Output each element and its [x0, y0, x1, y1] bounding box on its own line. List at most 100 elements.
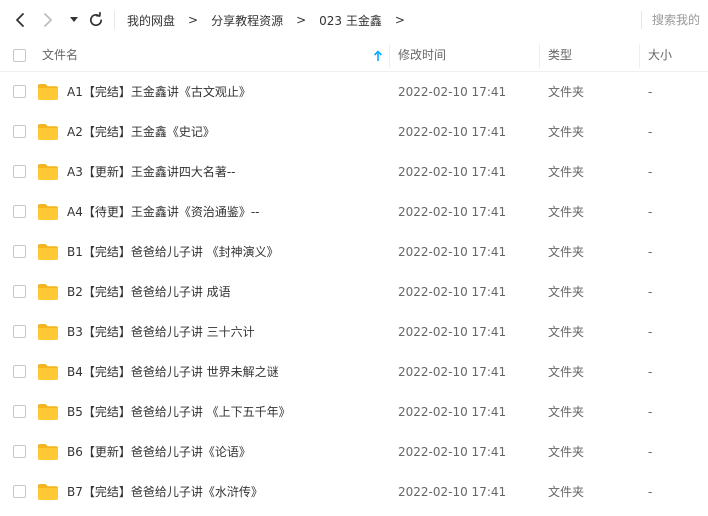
- nav-divider: [114, 11, 115, 29]
- row-checkbox[interactable]: [13, 485, 26, 498]
- folder-icon: [38, 164, 58, 180]
- file-name[interactable]: A3【更新】王金鑫讲四大名著--: [67, 152, 236, 192]
- header-size[interactable]: 大小: [648, 40, 672, 71]
- breadcrumb: 我的网盘 > 分享教程资源 > 023 王金鑫 >: [127, 0, 418, 40]
- file-size: -: [648, 365, 653, 379]
- folder-icon: [38, 244, 58, 260]
- search-input[interactable]: [652, 10, 708, 30]
- table-row[interactable]: B5【完结】爸爸给儿子讲 《上下五千年》 2022-02-10 17:41 文件夹 -: [0, 392, 708, 432]
- row-checkbox[interactable]: [13, 245, 26, 258]
- table-row[interactable]: B4【完结】爸爸给儿子讲 世界未解之谜 2022-02-10 17:41 文件夹 -: [0, 352, 708, 392]
- file-type: 文件夹: [548, 85, 585, 99]
- breadcrumb-item-current[interactable]: 023 王金鑫: [319, 12, 382, 29]
- breadcrumb-item-share[interactable]: 分享教程资源: [211, 12, 283, 29]
- file-name[interactable]: B2【完结】爸爸给儿子讲 成语: [67, 272, 231, 312]
- file-name[interactable]: A1【完结】王金鑫讲《古文观止》: [67, 72, 251, 112]
- file-size: -: [648, 325, 653, 339]
- caret-down-icon: [70, 17, 78, 22]
- file-modified-time: 2022-02-10 17:41: [398, 365, 507, 379]
- file-modified-time: 2022-02-10 17:41: [398, 405, 507, 419]
- history-dropdown-button[interactable]: [66, 8, 82, 32]
- top-navigation-bar: 我的网盘 > 分享教程资源 > 023 王金鑫 >: [0, 0, 708, 40]
- table-row[interactable]: A4【待更】王金鑫讲《资治通鉴》-- 2022-02-10 17:41 文件夹 -: [0, 192, 708, 232]
- row-checkbox[interactable]: [13, 365, 26, 378]
- file-type: 文件夹: [548, 245, 585, 259]
- select-all-checkbox[interactable]: [13, 49, 26, 62]
- table-row[interactable]: B2【完结】爸爸给儿子讲 成语 2022-02-10 17:41 文件夹 -: [0, 272, 708, 312]
- file-size: -: [648, 285, 653, 299]
- folder-icon: [38, 484, 58, 500]
- sort-up-arrow-icon[interactable]: [373, 50, 383, 62]
- header-divider: [389, 44, 390, 68]
- file-modified-time: 2022-02-10 17:41: [398, 205, 507, 219]
- file-modified-time: 2022-02-10 17:41: [398, 165, 507, 179]
- file-type: 文件夹: [548, 405, 585, 419]
- file-name[interactable]: B1【完结】爸爸给儿子讲 《封神演义》: [67, 232, 279, 272]
- row-checkbox[interactable]: [13, 405, 26, 418]
- file-size: -: [648, 245, 653, 259]
- file-name[interactable]: B4【完结】爸爸给儿子讲 世界未解之谜: [67, 352, 279, 392]
- folder-icon: [38, 404, 58, 420]
- file-size: -: [648, 485, 653, 499]
- file-modified-time: 2022-02-10 17:41: [398, 125, 507, 139]
- file-modified-time: 2022-02-10 17:41: [398, 445, 507, 459]
- row-checkbox[interactable]: [13, 325, 26, 338]
- file-modified-time: 2022-02-10 17:41: [398, 85, 507, 99]
- refresh-icon: [89, 12, 103, 27]
- file-type: 文件夹: [548, 205, 585, 219]
- back-button[interactable]: [8, 8, 32, 32]
- folder-icon: [38, 444, 58, 460]
- file-type: 文件夹: [548, 285, 585, 299]
- table-row[interactable]: B3【完结】爸爸给儿子讲 三十六计 2022-02-10 17:41 文件夹 -: [0, 312, 708, 352]
- file-modified-time: 2022-02-10 17:41: [398, 325, 507, 339]
- row-checkbox[interactable]: [13, 445, 26, 458]
- header-modified[interactable]: 修改时间: [398, 40, 446, 71]
- forward-button[interactable]: [36, 8, 60, 32]
- file-type: 文件夹: [548, 325, 585, 339]
- header-name[interactable]: 文件名: [42, 40, 78, 71]
- file-name[interactable]: B6【更新】爸爸给儿子讲《论语》: [67, 432, 251, 472]
- file-name[interactable]: B5【完结】爸爸给儿子讲 《上下五千年》: [67, 392, 291, 432]
- row-checkbox[interactable]: [13, 125, 26, 138]
- refresh-button[interactable]: [84, 8, 108, 32]
- file-name[interactable]: B3【完结】爸爸给儿子讲 三十六计: [67, 312, 255, 352]
- file-type: 文件夹: [548, 485, 585, 499]
- table-row[interactable]: A2【完结】王金鑫《史记》 2022-02-10 17:41 文件夹 -: [0, 112, 708, 152]
- breadcrumb-separator[interactable]: >: [395, 13, 405, 27]
- row-checkbox[interactable]: [13, 85, 26, 98]
- table-row[interactable]: A3【更新】王金鑫讲四大名著-- 2022-02-10 17:41 文件夹 -: [0, 152, 708, 192]
- table-row[interactable]: A1【完结】王金鑫讲《古文观止》 2022-02-10 17:41 文件夹 -: [0, 72, 708, 112]
- folder-icon: [38, 324, 58, 340]
- file-list-header: 文件名 修改时间 类型 大小: [0, 40, 708, 72]
- chevron-right-icon: [44, 13, 52, 27]
- row-checkbox[interactable]: [13, 205, 26, 218]
- file-size: -: [648, 405, 653, 419]
- folder-icon: [38, 84, 58, 100]
- file-name[interactable]: B7【完结】爸爸给儿子讲《水浒传》: [67, 472, 263, 512]
- table-row[interactable]: B1【完结】爸爸给儿子讲 《封神演义》 2022-02-10 17:41 文件夹 -: [0, 232, 708, 272]
- file-name[interactable]: A4【待更】王金鑫讲《资治通鉴》--: [67, 192, 260, 232]
- search-divider: [641, 11, 642, 29]
- row-checkbox[interactable]: [13, 285, 26, 298]
- breadcrumb-separator: >: [296, 13, 307, 27]
- file-modified-time: 2022-02-10 17:41: [398, 285, 507, 299]
- file-modified-time: 2022-02-10 17:41: [398, 485, 507, 499]
- file-size: -: [648, 85, 653, 99]
- table-row[interactable]: B6【更新】爸爸给儿子讲《论语》 2022-02-10 17:41 文件夹 -: [0, 432, 708, 472]
- folder-icon: [38, 364, 58, 380]
- chevron-left-icon: [16, 13, 24, 27]
- file-type: 文件夹: [548, 365, 585, 379]
- file-modified-time: 2022-02-10 17:41: [398, 245, 507, 259]
- table-row[interactable]: B7【完结】爸爸给儿子讲《水浒传》 2022-02-10 17:41 文件夹 -: [0, 472, 708, 512]
- file-size: -: [648, 125, 653, 139]
- folder-icon: [38, 204, 58, 220]
- file-name[interactable]: A2【完结】王金鑫《史记》: [67, 112, 215, 152]
- row-checkbox[interactable]: [13, 165, 26, 178]
- header-type[interactable]: 类型: [548, 40, 572, 71]
- file-size: -: [648, 445, 653, 459]
- file-type: 文件夹: [548, 125, 585, 139]
- file-type: 文件夹: [548, 165, 585, 179]
- breadcrumb-separator: >: [188, 13, 199, 27]
- file-type: 文件夹: [548, 445, 585, 459]
- breadcrumb-item-root[interactable]: 我的网盘: [127, 12, 175, 29]
